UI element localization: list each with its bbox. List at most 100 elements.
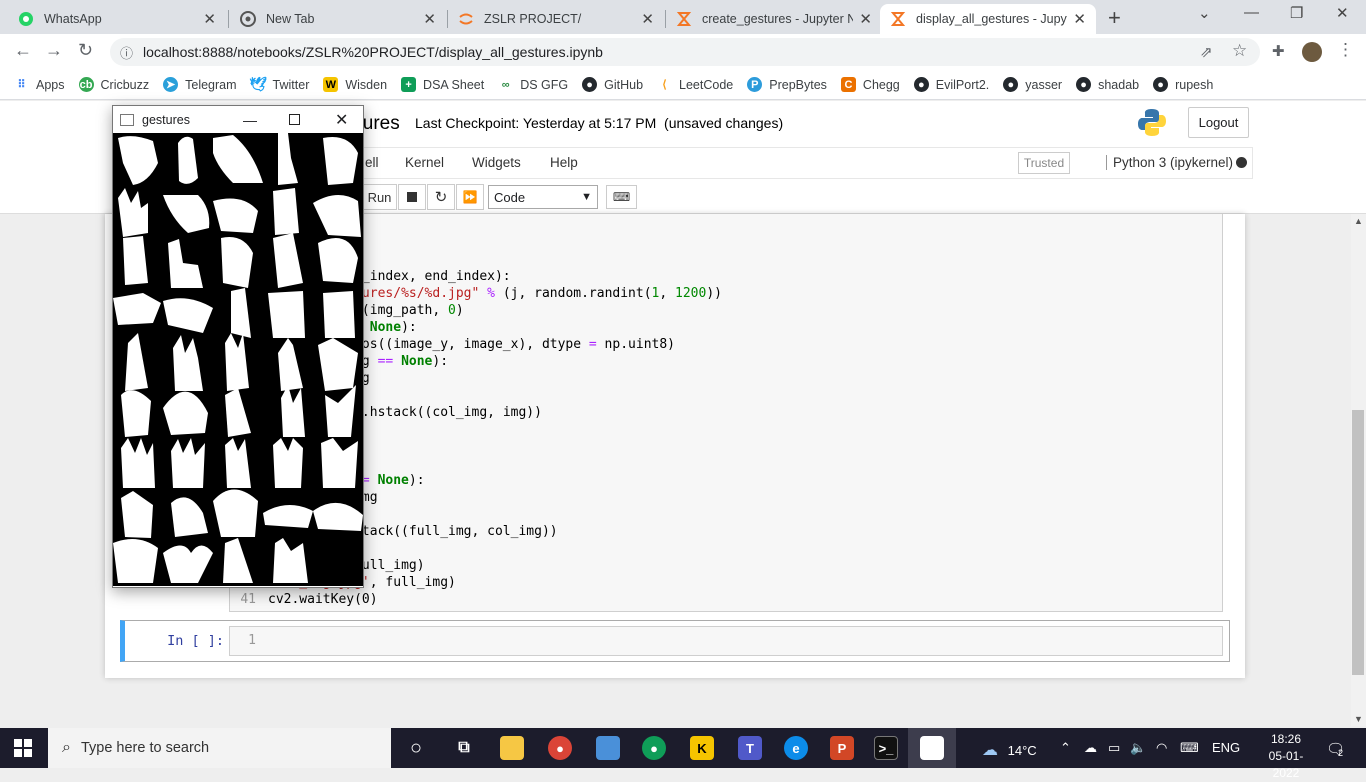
bookmark-dsa-sheet[interactable]: + DSA Sheet (401, 77, 484, 92)
scrollbar-thumb[interactable] (1352, 410, 1364, 675)
bookmark-leetcode[interactable]: ⟨ LeetCode (657, 77, 733, 92)
bookmark-chegg[interactable]: C Chegg (840, 77, 900, 92)
edge-icon[interactable]: e (784, 736, 808, 760)
close-icon[interactable]: ✕ (335, 110, 348, 130)
tab-search-icon[interactable]: ⌄ (1198, 4, 1211, 22)
new-tab-icon[interactable]: + (1108, 5, 1121, 31)
app-k-icon[interactable]: K (690, 736, 714, 760)
bookmark-ds-gfg[interactable]: ∞ DS GFG (498, 77, 568, 92)
close-icon[interactable]: ✕ (859, 10, 872, 28)
kebab-menu-icon[interactable]: ⋮ (1337, 40, 1354, 60)
wifi-icon[interactable]: ◠ (1156, 740, 1167, 756)
avatar[interactable] (1302, 42, 1322, 62)
bookmark-rupesh[interactable]: ● rupesh (1153, 77, 1213, 92)
bookmark-shadab[interactable]: ● shadab (1076, 77, 1139, 92)
menu-widgets[interactable]: Widgets (472, 155, 521, 170)
menu-kernel[interactable]: Kernel (405, 155, 444, 170)
powerpoint-icon[interactable]: P (830, 736, 854, 760)
kernel-name[interactable]: Python 3 (ipykernel) (1106, 155, 1233, 170)
gestures-window-titlebar[interactable]: gestures — ✕ (113, 106, 363, 133)
weather-widget[interactable]: ☁ 14°C (982, 740, 1037, 760)
scroll-down-icon[interactable]: ▼ (1354, 714, 1363, 724)
volume-icon[interactable]: 🔈 (1130, 740, 1146, 756)
gestures-window-title: gestures (142, 112, 190, 127)
menu-help[interactable]: Help (550, 155, 578, 170)
minimize-icon[interactable]: — (1244, 4, 1259, 21)
network-icon[interactable]: ▭ (1108, 740, 1120, 756)
cortana-icon[interactable]: ○ (404, 736, 428, 760)
stop-button[interactable] (398, 184, 426, 210)
cloud-icon: ☁ (982, 742, 998, 759)
command-palette-button[interactable]: ⌨ (606, 185, 637, 209)
taskbar-search[interactable]: ⌕ Type here to search (48, 728, 391, 768)
keyboard-icon[interactable]: ⌨ (1180, 740, 1199, 756)
close-icon[interactable]: ✕ (1073, 10, 1086, 28)
bookmark-apps[interactable]: ⠿ Apps (14, 77, 64, 92)
close-icon[interactable]: ✕ (641, 10, 654, 28)
tab-title: create_gestures - Jupyter No (702, 12, 854, 26)
run-button[interactable]: Run (363, 184, 397, 210)
bookmark-twitter[interactable]: 🕊 Twitter (249, 76, 309, 92)
chrome-taskbar-icon[interactable]: ● (548, 736, 572, 760)
file-explorer-icon[interactable] (500, 736, 524, 760)
tab-new-tab[interactable]: New Tab ✕ (230, 4, 446, 34)
gfg-icon: ∞ (501, 78, 510, 91)
scroll-up-icon[interactable]: ▲ (1354, 216, 1363, 226)
share-icon[interactable]: ⇗ (1200, 43, 1213, 61)
cell-type-select[interactable]: Code ▼ (488, 185, 598, 209)
bookmark-yasser[interactable]: ● yasser (1003, 77, 1062, 92)
kernel-busy-indicator (1236, 157, 1247, 168)
onedrive-icon[interactable]: ☁ (1084, 740, 1097, 756)
task-view-icon[interactable]: ⧉ (452, 736, 476, 760)
tab-display-all-gestures[interactable]: display_all_gestures - Jupyter ✕ (880, 4, 1096, 34)
menu-cell[interactable]: ell (365, 155, 379, 170)
maximize-icon[interactable] (289, 114, 300, 125)
back-icon[interactable]: ← (14, 40, 32, 61)
close-window-icon[interactable]: ✕ (1336, 4, 1349, 22)
restart-run-all-button[interactable]: ⏩ (456, 184, 484, 210)
teams-icon[interactable]: T (738, 736, 762, 760)
terminal-icon[interactable]: >_ (874, 736, 898, 760)
bookmark-star-icon[interactable]: ☆ (1232, 41, 1247, 61)
clock[interactable]: 18:26 05-01-2022 (1256, 731, 1316, 782)
extensions-icon[interactable]: ✚ (1272, 42, 1285, 60)
address-bar[interactable]: ⓘ localhost:8888/notebooks/ZSLR%20PROJEC… (110, 38, 1260, 66)
show-hidden-icons[interactable]: ⌃ (1060, 740, 1071, 756)
notepad-icon[interactable] (596, 736, 620, 760)
window-app-icon (120, 113, 134, 126)
github-icon: ● (582, 77, 598, 92)
hourglass-icon (890, 11, 906, 27)
bookmark-telegram[interactable]: ➤ Telegram (163, 77, 237, 92)
hand-gesture-grid (113, 133, 363, 583)
info-icon[interactable]: ⓘ (120, 43, 133, 62)
file-icon[interactable] (920, 736, 944, 760)
forward-icon[interactable]: → (45, 40, 63, 61)
tab-whatsapp[interactable]: WhatsApp ✕ (8, 4, 226, 34)
close-icon[interactable]: ✕ (423, 10, 436, 28)
close-icon[interactable]: ✕ (203, 10, 216, 28)
bookmark-wisden[interactable]: W Wisden (323, 77, 387, 92)
tab-create-gestures[interactable]: create_gestures - Jupyter No ✕ (666, 4, 882, 34)
windows-start-icon[interactable] (14, 739, 32, 760)
logout-button[interactable]: Logout (1188, 107, 1249, 138)
language-indicator[interactable]: ENG (1212, 740, 1240, 755)
notification-count: 2 (1338, 748, 1344, 758)
minimize-icon[interactable]: — (243, 112, 257, 128)
chegg-icon: C (840, 77, 856, 92)
restore-icon[interactable]: ❐ (1290, 4, 1303, 22)
bookmark-github[interactable]: ● GitHub (582, 77, 643, 92)
wisden-icon: W (323, 77, 339, 92)
stop-icon (407, 192, 417, 202)
keyboard-icon: ⌨ (612, 190, 631, 204)
bookmark-evilport2[interactable]: ● EvilPort2. (913, 77, 989, 92)
empty-cell-editor[interactable] (229, 626, 1223, 656)
twitter-icon: 🕊 (249, 76, 267, 92)
bookmark-cricbuzz[interactable]: cb Cricbuzz (78, 77, 149, 92)
tab-zslr-project[interactable]: ZSLR PROJECT/ ✕ (448, 4, 664, 34)
trusted-badge[interactable]: Trusted (1018, 152, 1070, 174)
tab-title: WhatsApp (44, 12, 102, 26)
restart-button[interactable]: ↻ (427, 184, 455, 210)
reload-icon[interactable]: ↻ (78, 40, 93, 61)
chrome-profile-icon[interactable]: ● (642, 736, 666, 760)
bookmark-prepbytes[interactable]: P PrepBytes (747, 77, 827, 92)
